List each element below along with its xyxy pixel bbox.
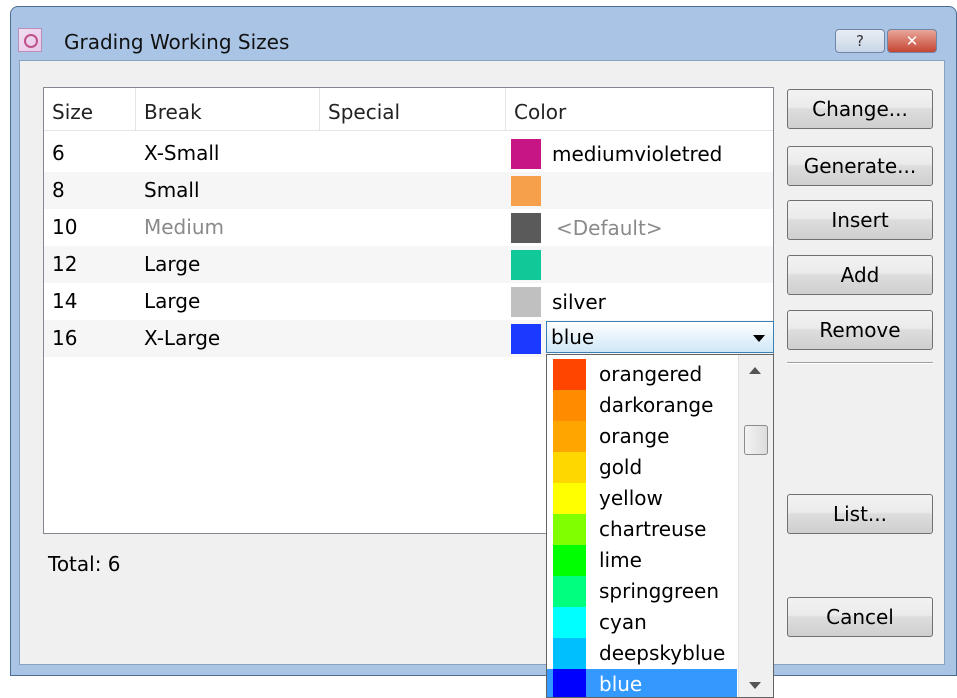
- option-label: blue: [599, 672, 643, 696]
- cell-size: 12: [52, 252, 78, 276]
- color-swatch: [511, 250, 541, 280]
- option-swatch: [553, 638, 586, 669]
- option-swatch: [553, 483, 586, 514]
- dropdown-scrollbar[interactable]: [738, 355, 773, 697]
- option-swatch: [553, 452, 586, 483]
- cell-size: 6: [52, 141, 65, 165]
- table-row[interactable]: 12 Large: [44, 246, 773, 283]
- color-combobox[interactable]: blue: [546, 321, 774, 353]
- color-swatch: [511, 287, 541, 317]
- scroll-down-arrow-icon[interactable]: [749, 682, 761, 689]
- close-button[interactable]: ✕: [887, 29, 937, 53]
- dropdown-option[interactable]: darkorange: [547, 390, 737, 421]
- table-header: Size Break Special Color: [44, 88, 773, 131]
- color-name: <Default>: [556, 216, 663, 240]
- dropdown-option[interactable]: orange: [547, 421, 737, 452]
- option-label: yellow: [599, 486, 663, 510]
- combobox-value: blue: [551, 325, 595, 349]
- option-swatch: [553, 514, 586, 545]
- cell-break: Large: [144, 289, 201, 313]
- dropdown-option[interactable]: orangered: [547, 359, 737, 390]
- option-swatch: [553, 545, 586, 576]
- dropdown-option[interactable]: cyan: [547, 607, 737, 638]
- list-button[interactable]: List...: [787, 494, 933, 534]
- color-dropdown-list[interactable]: orangered darkorange orange gold yellow …: [546, 354, 774, 698]
- option-swatch: [553, 607, 586, 638]
- option-label: deepskyblue: [599, 641, 726, 665]
- cell-size: 16: [52, 326, 78, 350]
- column-header-size[interactable]: Size: [44, 88, 136, 130]
- option-label: orange: [599, 424, 670, 448]
- dropdown-option[interactable]: springgreen: [547, 576, 737, 607]
- option-label: springgreen: [599, 579, 720, 603]
- option-label: lime: [599, 548, 642, 572]
- column-header-color[interactable]: Color: [506, 88, 774, 130]
- scrollbar-thumb[interactable]: [744, 425, 768, 455]
- table-row[interactable]: 8 Small: [44, 172, 773, 209]
- cancel-button[interactable]: Cancel: [787, 597, 933, 637]
- option-label: orangered: [599, 362, 703, 386]
- cell-size: 10: [52, 215, 78, 239]
- option-label: darkorange: [599, 393, 714, 417]
- cell-break: X-Large: [144, 326, 221, 350]
- column-header-special[interactable]: Special: [320, 88, 506, 130]
- color-swatch: [511, 139, 541, 169]
- total-count: Total: 6: [48, 552, 121, 576]
- table-row[interactable]: 14 Large: [44, 283, 773, 320]
- button-separator: [787, 362, 933, 364]
- cell-special: [320, 320, 328, 357]
- cell-special: [320, 209, 328, 246]
- option-swatch: [553, 390, 586, 421]
- dropdown-option[interactable]: yellow: [547, 483, 737, 514]
- cell-special: [320, 283, 328, 320]
- cell-break: Small: [144, 178, 200, 202]
- column-header-break[interactable]: Break: [136, 88, 320, 130]
- option-label: chartreuse: [599, 517, 707, 541]
- chevron-down-icon[interactable]: [753, 335, 765, 342]
- color-swatch: [511, 213, 541, 243]
- color-name: mediumvioletred: [552, 142, 723, 166]
- dropdown-option[interactable]: lime: [547, 545, 737, 576]
- cell-break: Large: [144, 252, 201, 276]
- dropdown-option[interactable]: gold: [547, 452, 737, 483]
- dropdown-option-selected[interactable]: blue: [547, 669, 737, 697]
- dropdown-option[interactable]: chartreuse: [547, 514, 737, 545]
- add-button[interactable]: Add: [787, 255, 933, 295]
- color-swatch: [511, 324, 541, 354]
- cell-size: 8: [52, 178, 65, 202]
- generate-button[interactable]: Generate...: [787, 146, 933, 186]
- option-swatch: [553, 576, 586, 607]
- table-row[interactable]: 10 Medium: [44, 209, 773, 246]
- option-label: gold: [599, 455, 643, 479]
- remove-button[interactable]: Remove: [787, 310, 933, 350]
- option-label: cyan: [599, 610, 647, 634]
- cell-special: [320, 246, 328, 283]
- cell-special: [320, 135, 328, 172]
- cell-break: Medium: [144, 215, 224, 239]
- color-name: silver: [552, 290, 606, 314]
- scroll-up-arrow-icon[interactable]: [749, 367, 761, 374]
- cell-break: X-Small: [144, 141, 220, 165]
- dropdown-option[interactable]: deepskyblue: [547, 638, 737, 669]
- insert-button[interactable]: Insert: [787, 200, 933, 240]
- cell-special: [320, 172, 328, 209]
- change-button[interactable]: Change...: [787, 89, 933, 129]
- color-swatch: [511, 176, 541, 206]
- window-title: Grading Working Sizes: [64, 30, 290, 54]
- option-swatch: [553, 359, 586, 390]
- cell-size: 14: [52, 289, 78, 313]
- app-icon: [18, 28, 42, 52]
- option-swatch: [553, 421, 586, 452]
- option-swatch: [553, 669, 586, 697]
- help-button[interactable]: ?: [835, 29, 885, 53]
